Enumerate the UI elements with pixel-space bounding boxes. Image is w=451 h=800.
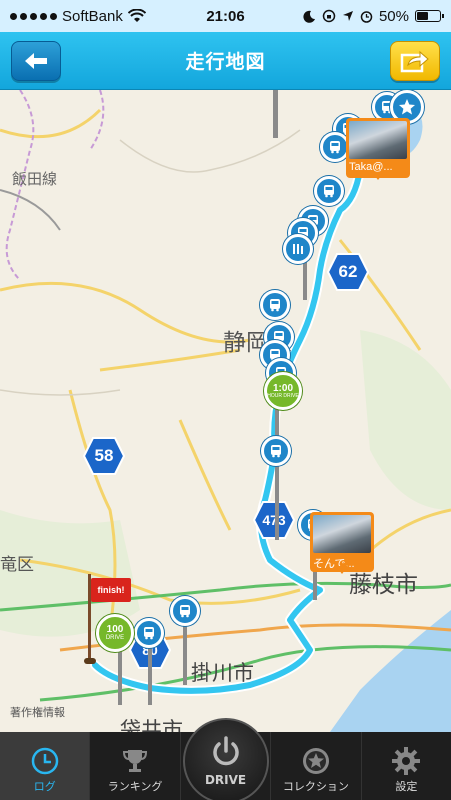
photo-caption: Taka@... bbox=[349, 161, 393, 173]
arrow-left-icon bbox=[25, 53, 47, 69]
map-label-rail-line: 飯田線 bbox=[12, 170, 58, 188]
tab-log[interactable]: ログ bbox=[0, 732, 91, 800]
map-pin[interactable] bbox=[261, 436, 291, 466]
tab-drive[interactable]: DRIVE bbox=[181, 718, 272, 800]
route-number: 58 bbox=[94, 446, 114, 465]
share-button[interactable] bbox=[390, 41, 440, 81]
star-icon bbox=[399, 99, 415, 115]
photo-thumbnail bbox=[349, 121, 407, 159]
finish-label: finish! bbox=[97, 585, 125, 595]
route-shield-58: 58 bbox=[82, 436, 126, 476]
moon-icon bbox=[303, 10, 315, 23]
bus-icon bbox=[270, 299, 280, 312]
map-legal-link[interactable]: 著作権情報 bbox=[10, 704, 65, 720]
photo-marker[interactable]: そんで... bbox=[310, 512, 374, 574]
back-button[interactable] bbox=[11, 41, 61, 81]
gear-icon bbox=[391, 744, 421, 778]
power-icon bbox=[212, 736, 239, 766]
map-pin[interactable] bbox=[134, 618, 164, 648]
tab-label: 設定 bbox=[395, 780, 418, 793]
status-left: SoftBank bbox=[10, 8, 146, 25]
route-number: 473 bbox=[262, 512, 286, 528]
tab-bar: ログ ランキング DRIVE コレクション 設定 bbox=[0, 718, 451, 800]
map-label-city-kakegawa: 掛川市 bbox=[191, 661, 254, 685]
flag-cloth: finish! bbox=[91, 578, 131, 602]
map-pin[interactable] bbox=[283, 234, 313, 264]
photo-thumbnail bbox=[313, 515, 371, 553]
drive-map[interactable]: 飯田線 静岡県 藤枝市 掛川市 袋井市 竜区 著作権情報 62 58 473 8… bbox=[0, 90, 451, 732]
battery-icon bbox=[415, 10, 444, 22]
map-pin[interactable] bbox=[314, 176, 344, 206]
trophy-icon bbox=[121, 744, 149, 778]
finish-flag[interactable]: finish! bbox=[84, 574, 132, 666]
status-right: 50% bbox=[303, 7, 444, 25]
map-pin[interactable] bbox=[170, 596, 200, 626]
drive-button[interactable]: DRIVE bbox=[182, 718, 269, 800]
pin-stem bbox=[303, 260, 307, 300]
header-bar: 走行地図 bbox=[0, 32, 451, 90]
pin-stem bbox=[183, 625, 187, 685]
app-root: SoftBank 21:06 50% 走行地図 飯田線 静岡県 藤枝市 掛川市 … bbox=[0, 0, 451, 800]
alarm-icon bbox=[360, 10, 373, 23]
tab-ranking[interactable]: ランキング bbox=[90, 732, 181, 800]
share-icon bbox=[400, 50, 429, 73]
map-label-city-fukuroi: 袋井市 bbox=[120, 718, 183, 732]
flag-base bbox=[84, 658, 96, 664]
clock-icon bbox=[31, 744, 59, 778]
bus-icon bbox=[330, 141, 340, 154]
tab-label: コレクション bbox=[282, 780, 349, 793]
map-pin[interactable] bbox=[260, 290, 290, 320]
route-shield-473: 473 bbox=[252, 500, 296, 540]
tab-label: ランキング bbox=[107, 780, 163, 793]
drive-label: DRIVE bbox=[204, 773, 247, 787]
carrier-label: SoftBank bbox=[62, 7, 123, 25]
battery-percent: 50% bbox=[378, 7, 409, 25]
badge-caption: HOUR DRIVE bbox=[267, 392, 299, 399]
signal-icon bbox=[10, 12, 57, 20]
tab-settings[interactable]: 設定 bbox=[362, 732, 451, 800]
hour-drive-badge[interactable]: 1:00 HOUR DRIVE bbox=[264, 372, 302, 410]
tab-collection[interactable]: コレクション bbox=[271, 732, 362, 800]
badge-value: 1:00 bbox=[272, 382, 293, 394]
page-title: 走行地図 bbox=[185, 51, 266, 73]
rotation-lock-icon bbox=[322, 9, 336, 23]
bus-icon bbox=[271, 445, 281, 458]
wifi-icon bbox=[127, 9, 146, 22]
map-base bbox=[0, 90, 451, 732]
status-bar: SoftBank 21:06 50% bbox=[0, 0, 451, 32]
parking-icon bbox=[293, 244, 303, 254]
bus-icon bbox=[324, 185, 334, 198]
route-number: 62 bbox=[338, 262, 358, 281]
map-label-ward: 竜区 bbox=[0, 555, 34, 575]
star-medal-icon bbox=[301, 744, 331, 778]
bus-icon bbox=[180, 605, 190, 618]
route-shield-62: 62 bbox=[326, 252, 370, 292]
photo-marker[interactable]: Taka@... bbox=[346, 118, 410, 180]
pin-stem bbox=[148, 645, 152, 705]
photo-caption: そんで... bbox=[313, 558, 355, 570]
location-icon bbox=[342, 11, 353, 21]
tab-label: ログ bbox=[33, 780, 56, 793]
bus-icon bbox=[144, 627, 154, 640]
